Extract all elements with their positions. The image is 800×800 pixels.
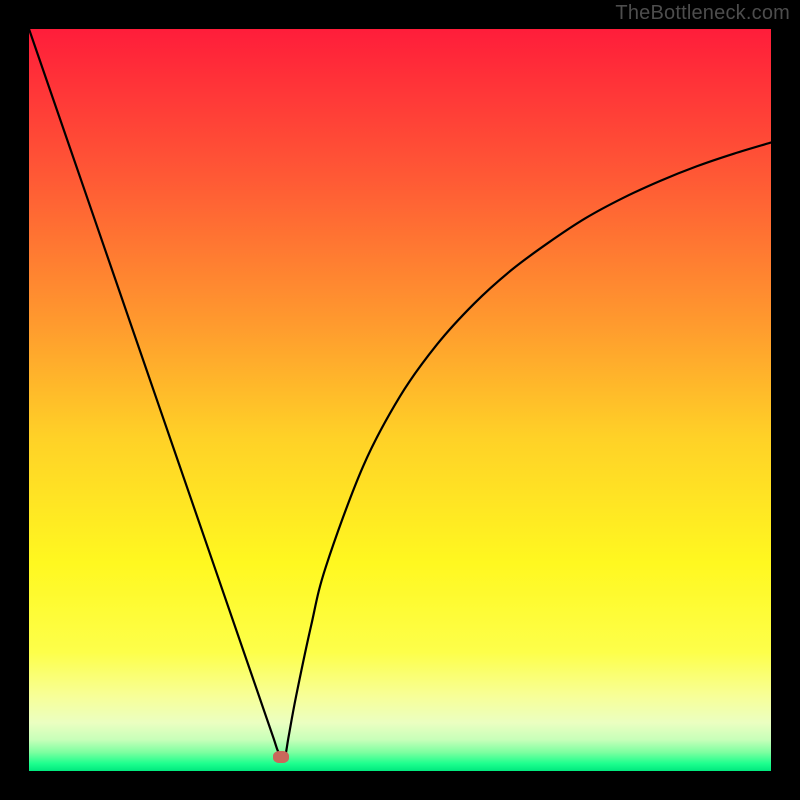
chart-frame: TheBottleneck.com [0, 0, 800, 800]
plot-area [29, 29, 771, 771]
optimum-marker [273, 751, 289, 763]
plot-svg [29, 29, 771, 771]
gradient-background [29, 29, 771, 771]
watermark-label: TheBottleneck.com [615, 2, 790, 25]
